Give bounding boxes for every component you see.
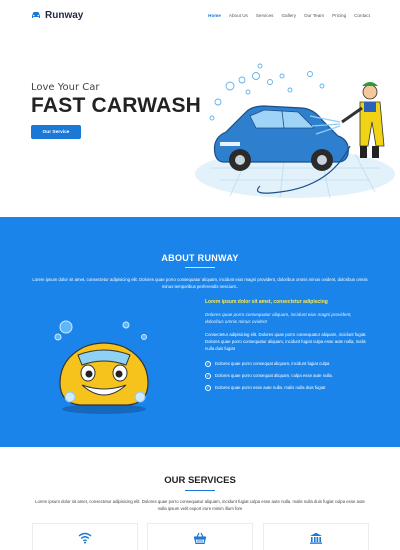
services-title-underline xyxy=(185,490,215,491)
basket-icon xyxy=(194,532,206,544)
our-service-button[interactable]: Our Service xyxy=(31,125,81,139)
check-icon: ✓ xyxy=(205,384,211,391)
list-item-text: Dolores quae porro consequat aliquam, in… xyxy=(215,361,330,367)
brand[interactable]: Runway xyxy=(31,10,83,21)
check-icon: ✓ xyxy=(205,360,211,367)
services-intro: Lorem ipsum dolor sit amet, consectetur … xyxy=(35,499,365,511)
page: Runway Home About Us Services Gallery Ou… xyxy=(0,0,400,550)
smiling-car-illustration xyxy=(54,320,149,414)
service-card-basket[interactable] xyxy=(147,523,253,550)
about-content: Lorem ipsum dolor sit amet, consectetur … xyxy=(205,299,370,397)
nav-link-services[interactable]: Services xyxy=(256,13,274,18)
list-item-text: Dolores quae porro esse aute nulla. mali… xyxy=(215,385,326,391)
hero-title: FAST CARWASH xyxy=(31,94,202,117)
about-title-underline xyxy=(185,267,215,268)
services-title: OUR SERVICES xyxy=(164,475,236,486)
about-section: ABOUT RUNWAY Lorem ipsum dolor sit amet,… xyxy=(0,217,400,447)
list-item: ✓ Dolores quae porro esse aute nulla. ma… xyxy=(205,384,370,391)
services-section: OUR SERVICES Lorem ipsum dolor sit amet,… xyxy=(0,447,400,550)
service-card-bank[interactable] xyxy=(263,523,369,550)
nav-link-gallery[interactable]: Gallery xyxy=(281,13,296,18)
list-item: ✓ Dolores quae porro consequat aliquam, … xyxy=(205,360,370,367)
nav-link-team[interactable]: Our Team xyxy=(304,13,324,18)
carwash-illustration xyxy=(195,63,395,199)
nav-link-pricing[interactable]: Pricing xyxy=(332,13,346,18)
check-icon: ✓ xyxy=(205,372,211,379)
hero-section: Love Your Car FAST CARWASH Our Service xyxy=(0,30,400,217)
main-menu: Home About Us Services Gallery Our Team … xyxy=(208,13,370,18)
about-paragraph: Consectetur adipisicing elit. Dolores qu… xyxy=(205,332,367,351)
hero-subtitle: Love Your Car xyxy=(31,82,100,93)
brand-name: Runway xyxy=(45,9,84,21)
nav-link-home[interactable]: Home xyxy=(208,13,221,18)
about-intro: Lorem ipsum dolor sit amet, consectetur … xyxy=(32,277,368,289)
about-highlight: Lorem ipsum dolor sit amet, consectetur … xyxy=(205,299,328,305)
list-item: ✓ Dolores quae porro consequat aliquam, … xyxy=(205,372,370,379)
about-checklist: ✓ Dolores quae porro consequat aliquam, … xyxy=(205,360,370,391)
service-card-wifi[interactable] xyxy=(32,523,138,550)
nav-link-contact[interactable]: Contact xyxy=(354,13,370,18)
about-title: ABOUT RUNWAY xyxy=(161,253,239,263)
nav-link-about[interactable]: About Us xyxy=(229,13,248,18)
about-italic-text: Dolores quae porro consequatur aliquam, … xyxy=(205,312,352,325)
car-logo-icon xyxy=(32,12,40,18)
wifi-icon xyxy=(78,532,92,544)
bank-icon xyxy=(310,532,322,544)
navbar: Runway Home About Us Services Gallery Ou… xyxy=(0,0,400,30)
list-item-text: Dolores quae porro consequat aliquam, cu… xyxy=(215,373,334,379)
